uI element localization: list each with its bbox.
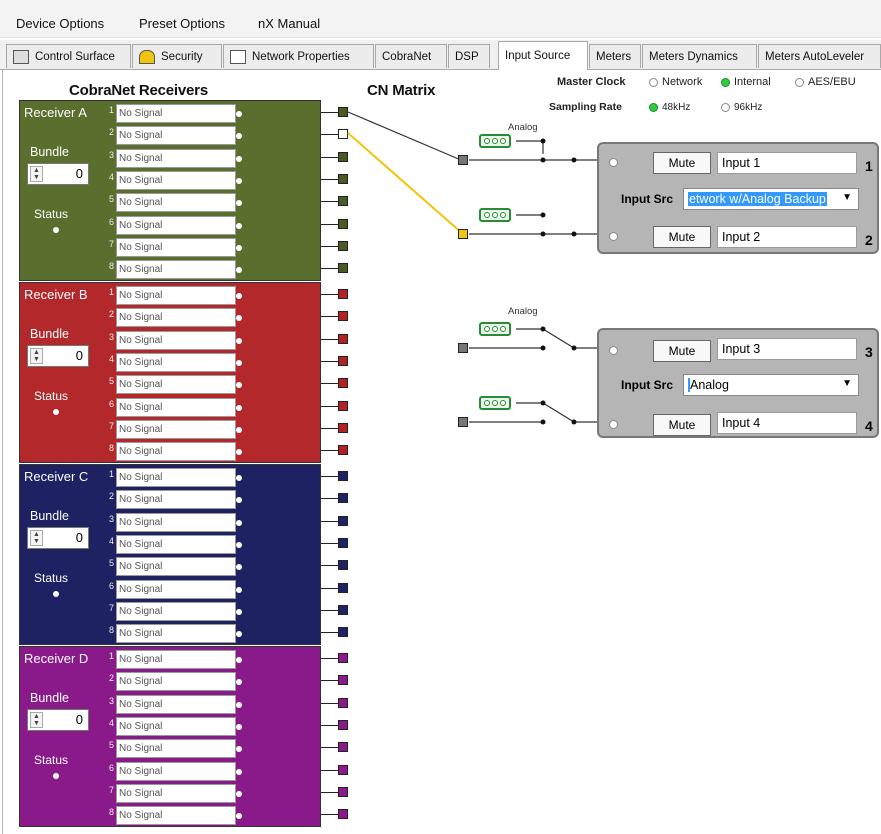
tab-label: Security	[161, 50, 203, 63]
chevron-down-icon: ▼	[842, 192, 852, 203]
menu-preset-options[interactable]: Preset Options	[139, 16, 225, 31]
tab-network-properties[interactable]: Network Properties	[223, 44, 374, 68]
input2-select-radio[interactable]	[609, 232, 618, 241]
input-src-label: Input Src	[621, 192, 674, 206]
chevron-down-icon: ▼	[842, 378, 852, 389]
analog-label-1: Analog	[508, 122, 538, 133]
tab-input-source[interactable]: Input Source	[498, 41, 588, 70]
matrix-node-input3[interactable]	[458, 343, 468, 353]
analog-jack-icon	[479, 208, 511, 222]
tab-label: DSP	[455, 50, 479, 63]
tab-label: CobraNet	[382, 50, 432, 63]
input-group-1-2: Mute Input 1 1 Input Src etwork w/Analog…	[597, 142, 879, 254]
tab-label: Meters	[596, 50, 632, 63]
input1-mute-button[interactable]: Mute	[653, 152, 711, 174]
input1-number: 1	[865, 158, 873, 174]
input2-mute-button[interactable]: Mute	[653, 226, 711, 248]
tab-bar: Control Surface Security Network Propert…	[0, 40, 881, 70]
input4-select-radio[interactable]	[609, 420, 618, 429]
menu-device-options[interactable]: Device Options	[16, 16, 104, 31]
input-group-3-4: Mute Input 3 3 Input Src Analog ▼ Mute I…	[597, 328, 879, 438]
input3-number: 3	[865, 344, 873, 360]
security-icon	[139, 49, 155, 64]
input-source-panel: CobraNet Receivers CN Matrix Master Cloc…	[2, 70, 881, 834]
input1-select-radio[interactable]	[609, 158, 618, 167]
tab-meters-autoleveler[interactable]: Meters AutoLeveler	[758, 44, 881, 68]
matrix-node-input2[interactable]	[458, 229, 468, 239]
analog-jack-icon	[479, 396, 511, 410]
matrix-node-input4[interactable]	[458, 417, 468, 427]
menu-bar: Device Options Preset Options nX Manual	[0, 0, 881, 38]
analog-jack-icon	[479, 322, 511, 336]
wire-rx-a2-to-input2	[347, 132, 464, 235]
input-src-select[interactable]: etwork w/Analog Backup ▼	[683, 188, 859, 210]
tab-security[interactable]: Security	[132, 44, 222, 68]
wire-rx-a1-to-input1	[347, 111, 462, 161]
input4-name-field[interactable]: Input 4	[717, 412, 857, 434]
input2-number: 2	[865, 232, 873, 248]
input1-name-field[interactable]: Input 1	[717, 152, 857, 174]
input3-select-radio[interactable]	[609, 346, 618, 355]
analog-label-3: Analog	[508, 306, 538, 317]
tab-label: Meters Dynamics	[649, 50, 738, 63]
tab-label: Meters AutoLeveler	[765, 50, 865, 63]
menu-nx-manual[interactable]: nX Manual	[258, 16, 320, 31]
network-properties-icon	[230, 49, 246, 64]
input3-mute-button[interactable]: Mute	[653, 340, 711, 362]
input2-name-field[interactable]: Input 2	[717, 226, 857, 248]
input3-name-field[interactable]: Input 3	[717, 338, 857, 360]
tab-control-surface[interactable]: Control Surface	[6, 44, 131, 68]
tab-meters[interactable]: Meters	[589, 44, 641, 68]
analog-jack-icon	[479, 134, 511, 148]
control-surface-icon	[13, 49, 29, 64]
tab-label: Control Surface	[35, 50, 115, 63]
tab-dsp[interactable]: DSP	[448, 44, 490, 68]
tab-meters-dynamics[interactable]: Meters Dynamics	[642, 44, 757, 68]
input-src-select[interactable]: Analog ▼	[683, 374, 859, 396]
tab-label: Input Source	[505, 50, 571, 62]
tab-cobranet[interactable]: CobraNet	[375, 44, 447, 68]
input-src-label: Input Src	[621, 378, 674, 392]
input-src-selected-value: etwork w/Analog Backup	[688, 192, 827, 206]
input4-mute-button[interactable]: Mute	[653, 414, 711, 436]
input4-number: 4	[865, 418, 873, 434]
matrix-node-input1[interactable]	[458, 155, 468, 165]
tab-label: Network Properties	[252, 50, 350, 63]
